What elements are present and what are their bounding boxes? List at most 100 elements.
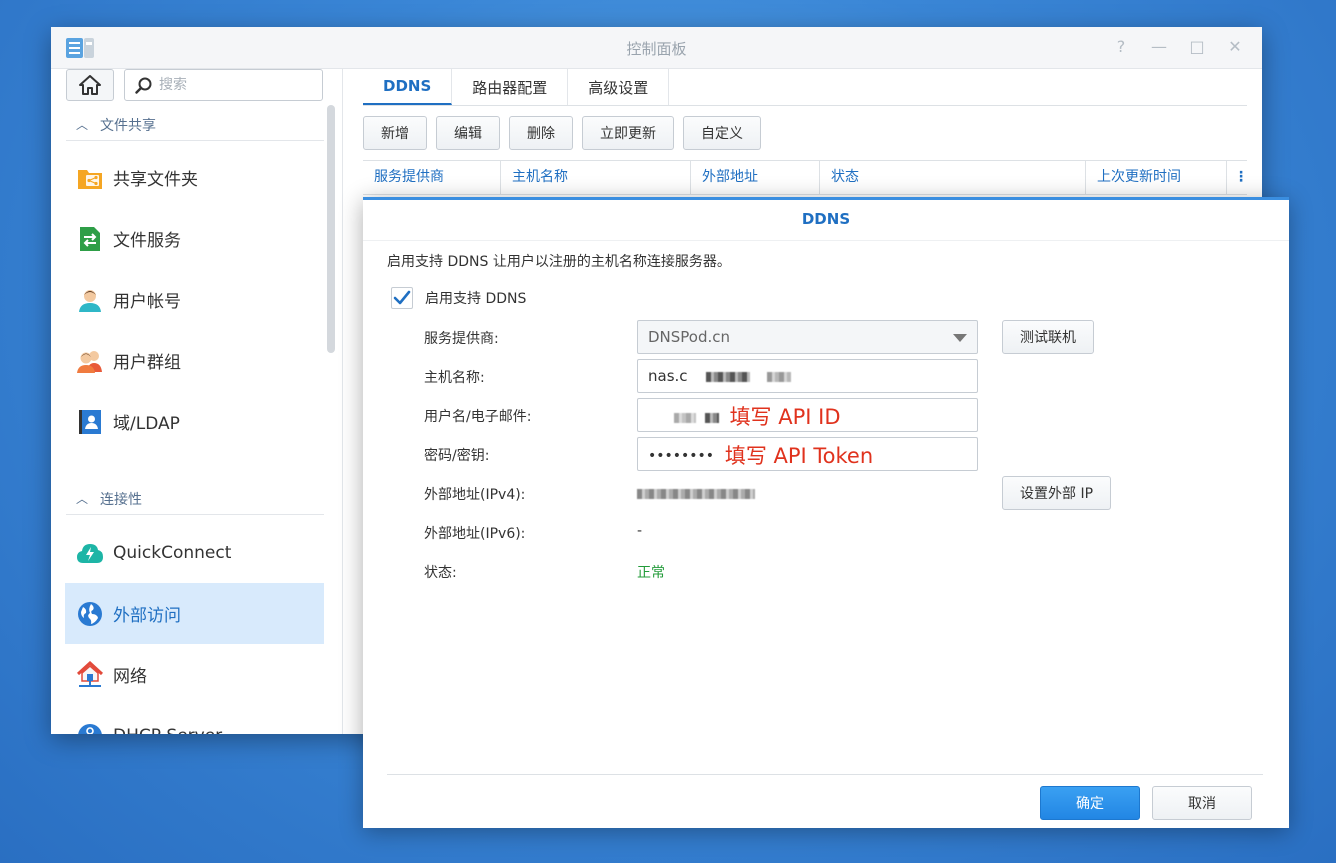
- quickconnect-icon: [76, 539, 104, 567]
- sidebar-item-network[interactable]: 网络: [65, 644, 324, 705]
- ok-button[interactable]: 确定: [1040, 786, 1140, 820]
- cancel-button[interactable]: 取消: [1152, 786, 1252, 820]
- tab-bar: DDNS 路由器配置 高级设置: [363, 69, 1247, 106]
- tab-ddns[interactable]: DDNS: [363, 69, 453, 105]
- toolbar: 新增 编辑 删除 立即更新 自定义: [363, 116, 761, 150]
- shared-folder-icon: [76, 164, 104, 192]
- chevron-up-icon: ︿: [76, 492, 89, 506]
- hostname-label: 主机名称:: [424, 370, 485, 386]
- divider: [363, 240, 1289, 241]
- help-icon[interactable]: ?: [1112, 37, 1130, 57]
- search-input[interactable]: [159, 75, 309, 95]
- password-annotation: 填写 API Token: [724, 444, 874, 468]
- username-input[interactable]: 填写 API ID: [637, 398, 978, 432]
- user-icon: [76, 286, 104, 314]
- username-value: 填写 API ID: [648, 401, 841, 431]
- window-title: 控制面板: [626, 40, 687, 58]
- search-icon: [135, 77, 152, 94]
- update-now-button[interactable]: 立即更新: [582, 116, 674, 150]
- customize-button[interactable]: 自定义: [683, 116, 761, 150]
- window-controls: ? — □ ✕: [1112, 37, 1244, 57]
- search-box[interactable]: [124, 69, 323, 101]
- enable-ddns-label: 启用支持 DDNS: [425, 291, 527, 307]
- grid-header: 服务提供商 主机名称 外部地址 状态 上次更新时间 ⋮: [363, 160, 1248, 195]
- sidebar-item-file-services[interactable]: 文件服务: [65, 208, 324, 269]
- sidebar-item-label: 用户群组: [113, 353, 181, 373]
- enable-ddns-checkbox[interactable]: [391, 287, 413, 309]
- ipv6-label: 外部地址(IPv6):: [424, 526, 526, 542]
- section-label: 连接性: [100, 491, 143, 508]
- sidebar-item-label: QuickConnect: [113, 542, 232, 563]
- username-label: 用户名/电子邮件:: [424, 409, 532, 425]
- hostname-input[interactable]: nas.c: [637, 359, 978, 393]
- set-external-ip-button[interactable]: 设置外部 IP: [1002, 476, 1112, 510]
- dhcp-server-icon: [76, 722, 104, 734]
- edit-button[interactable]: 编辑: [436, 116, 500, 150]
- password-value: •••••••• 填写 API Token: [648, 444, 874, 468]
- redacted-text: [637, 489, 755, 499]
- status-value: 正常: [637, 565, 665, 581]
- sidebar-item-label: 外部访问: [113, 606, 181, 626]
- ipv4-value: [637, 486, 755, 502]
- sidebar-item-dhcp-server[interactable]: DHCP Server: [65, 705, 324, 734]
- delete-button[interactable]: 删除: [509, 116, 573, 150]
- ipv6-value: -: [637, 523, 643, 539]
- redacted-text: [704, 412, 719, 423]
- tab-advanced-settings[interactable]: 高级设置: [568, 69, 670, 105]
- sidebar-item-label: 文件服务: [113, 231, 181, 251]
- minimize-icon[interactable]: —: [1150, 37, 1168, 57]
- redacted-text: [706, 371, 751, 382]
- section-file-sharing[interactable]: ︿ 文件共享: [66, 109, 324, 141]
- column-header-external-address[interactable]: 外部地址: [691, 161, 820, 194]
- sidebar-item-external-access[interactable]: 外部访问: [65, 583, 324, 644]
- sidebar-item-label: DHCP Server: [113, 726, 222, 735]
- dialog-description: 启用支持 DDNS 让用户以注册的主机名称连接服务器。: [387, 254, 731, 270]
- sidebar-scrollbar[interactable]: [327, 105, 335, 353]
- sidebar-item-domain-ldap[interactable]: 域/LDAP: [65, 391, 324, 452]
- more-vertical-icon[interactable]: ⋮: [1227, 161, 1248, 194]
- redacted-text: [767, 371, 792, 382]
- status-label: 状态:: [424, 565, 457, 581]
- sidebar-item-user[interactable]: 用户帐号: [65, 269, 324, 330]
- sidebar-item-shared-folder[interactable]: 共享文件夹: [65, 147, 324, 208]
- tab-router-config[interactable]: 路由器配置: [452, 69, 569, 105]
- username-annotation: 填写 API ID: [729, 405, 841, 429]
- sidebar-item-label: 共享文件夹: [113, 170, 198, 190]
- sidebar-item-group[interactable]: 用户群组: [65, 330, 324, 391]
- home-button[interactable]: [66, 69, 114, 101]
- column-header-provider[interactable]: 服务提供商: [363, 161, 501, 194]
- password-input[interactable]: •••••••• 填写 API Token: [637, 437, 978, 471]
- column-header-hostname[interactable]: 主机名称: [501, 161, 691, 194]
- sidebar-item-label: 域/LDAP: [113, 414, 180, 434]
- close-icon[interactable]: ✕: [1226, 37, 1244, 57]
- ddns-dialog: DDNS 启用支持 DDNS 让用户以注册的主机名称连接服务器。 启用支持 DD…: [363, 197, 1289, 828]
- title-bar: 控制面板 ? — □ ✕: [51, 27, 1262, 69]
- column-header-status[interactable]: 状态: [820, 161, 1086, 194]
- home-icon: [79, 75, 101, 95]
- group-icon: [76, 347, 104, 375]
- section-label: 文件共享: [100, 117, 157, 134]
- section-connectivity[interactable]: ︿ 连接性: [66, 483, 324, 515]
- dialog-title: DDNS: [801, 210, 851, 228]
- domain-ldap-icon: [76, 408, 104, 436]
- chevron-down-icon: [953, 334, 967, 342]
- sidebar-item-quickconnect[interactable]: QuickConnect: [65, 522, 324, 583]
- provider-value: DNSPod.cn: [648, 328, 731, 346]
- column-header-last-updated[interactable]: 上次更新时间: [1086, 161, 1227, 194]
- redacted-text: [674, 412, 696, 423]
- maximize-icon[interactable]: □: [1188, 37, 1206, 57]
- sidebar-item-label: 用户帐号: [113, 292, 181, 312]
- enable-ddns-row: 启用支持 DDNS: [391, 287, 526, 309]
- add-button[interactable]: 新增: [363, 116, 427, 150]
- file-services-icon: [76, 225, 104, 253]
- test-connection-button[interactable]: 测试联机: [1002, 320, 1094, 354]
- sidebar: ︿ 文件共享 共享文件夹 文件服务 用户帐号 用户群组: [51, 69, 343, 734]
- ipv4-label: 外部地址(IPv4):: [424, 487, 526, 503]
- network-icon: [76, 660, 104, 689]
- external-access-icon: [76, 600, 104, 628]
- sidebar-item-label: 网络: [113, 667, 147, 687]
- password-label: 密码/密钥:: [424, 448, 490, 464]
- provider-select[interactable]: DNSPod.cn: [637, 320, 978, 354]
- chevron-up-icon: ︿: [76, 118, 89, 132]
- provider-label: 服务提供商:: [424, 331, 499, 347]
